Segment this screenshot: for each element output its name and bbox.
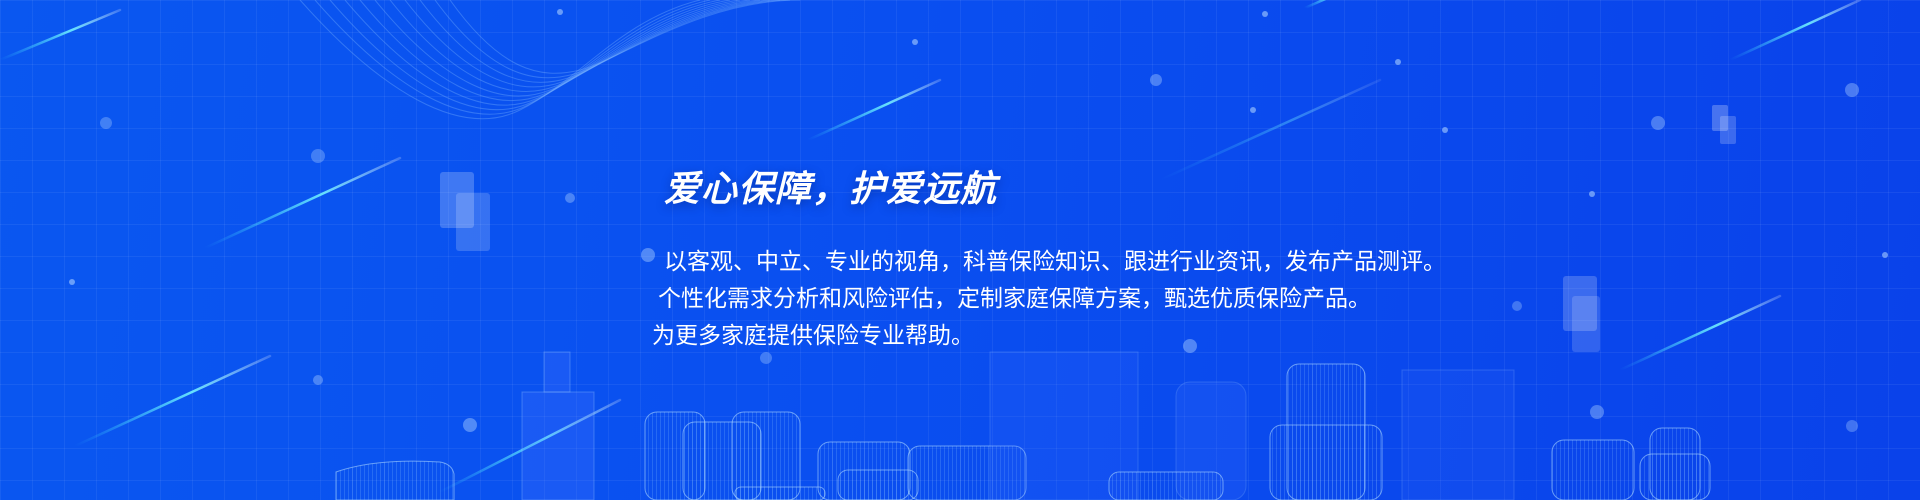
- wave-lines: [299, 0, 801, 120]
- hero-banner: 爱心保障，护爱远航 以客观、中立、专业的视角，科普保险知识、跟进行业资讯，发布产…: [0, 0, 1920, 500]
- banner-description: 以客观、中立、专业的视角，科普保险知识、跟进行业资讯，发布产品测评。 个性化需求…: [640, 244, 1446, 355]
- description-line: 以客观、中立、专业的视角，科普保险知识、跟进行业资讯，发布产品测评。: [664, 249, 1446, 275]
- description-line: 为更多家庭提供保险专业帮助。: [652, 323, 974, 349]
- city-wireframe: [335, 351, 1711, 500]
- banner-headline: 爱心保障，护爱远航: [664, 169, 998, 210]
- description-line: 个性化需求分析和风险评估，定制家庭保障方案，甄选优质保险产品。: [658, 286, 1371, 312]
- floating-dots: [69, 9, 1888, 432]
